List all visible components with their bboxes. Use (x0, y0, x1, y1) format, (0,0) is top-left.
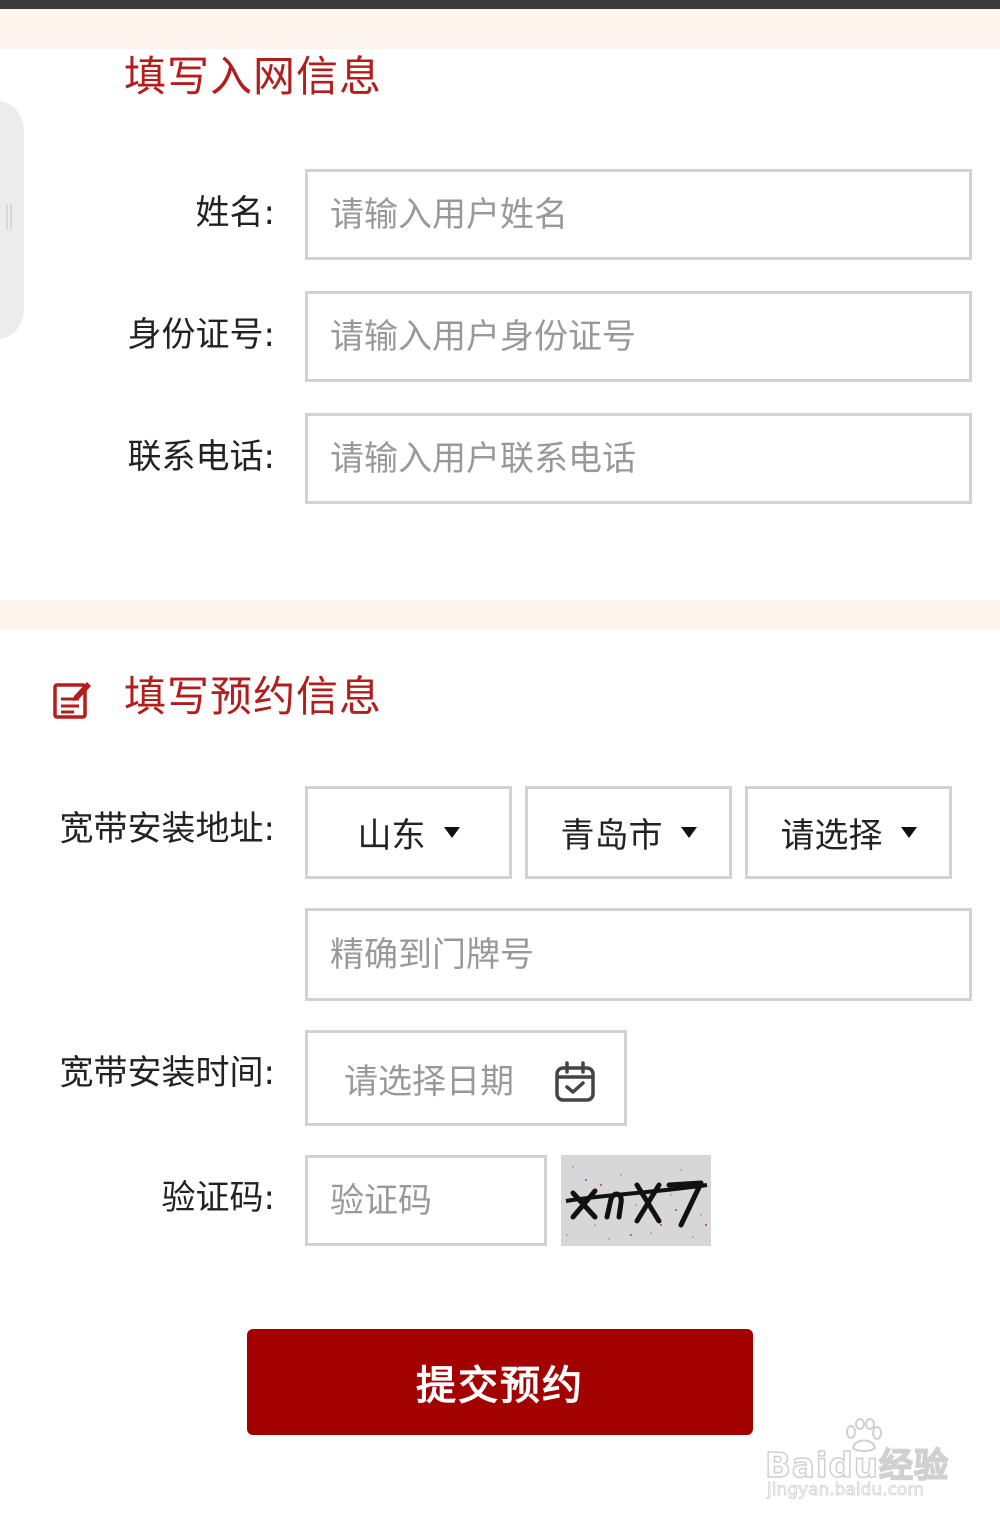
side-drawer-handle[interactable] (0, 100, 24, 340)
caret-down-icon (900, 827, 917, 838)
province-select[interactable]: 山东 (305, 786, 512, 879)
top-band (0, 9, 1000, 49)
date-placeholder: 请选择日期 (344, 1061, 514, 1102)
captcha-label: 验证码: (161, 1178, 275, 1218)
district-select[interactable]: 请选择 (745, 786, 952, 879)
phone-input[interactable]: 请输入用户联系电话 (305, 413, 972, 504)
id-number-label: 身份证号: (127, 315, 275, 355)
name-label: 姓名: (195, 193, 275, 233)
id-number-input[interactable]: 请输入用户身份证号 (305, 291, 972, 382)
edit-form-icon (53, 682, 91, 719)
province-value: 山东 (357, 816, 426, 856)
caret-down-icon (680, 827, 697, 838)
captcha-image[interactable] (561, 1155, 711, 1246)
grip-icon (6, 204, 8, 230)
section-title-booking: 填写预约信息 (124, 672, 383, 721)
phone-label: 联系电话: (127, 437, 275, 477)
city-value: 青岛市 (560, 816, 663, 856)
baidu-watermark: Baidu经验 jingyan.baidu.com (764, 1418, 955, 1508)
date-picker[interactable]: 请选择日期 (305, 1030, 627, 1126)
section-divider (0, 600, 1000, 630)
district-value: 请选择 (780, 816, 883, 856)
install-time-label: 宽带安装时间: (59, 1053, 275, 1093)
captcha-input[interactable]: 验证码 (305, 1155, 547, 1246)
address-label: 宽带安装地址: (59, 809, 275, 849)
city-select[interactable]: 青岛市 (525, 786, 732, 879)
section-title-network: 填写入网信息 (124, 52, 383, 101)
address-detail-input[interactable]: 精确到门牌号 (305, 908, 972, 1001)
calendar-check-icon (555, 1061, 595, 1102)
caret-down-icon (443, 827, 460, 838)
name-input[interactable]: 请输入用户姓名 (305, 169, 972, 260)
watermark-url: jingyan.baidu.com (767, 1480, 925, 1501)
status-bar (0, 0, 1000, 9)
submit-booking-button[interactable]: 提交预约 (247, 1329, 753, 1435)
